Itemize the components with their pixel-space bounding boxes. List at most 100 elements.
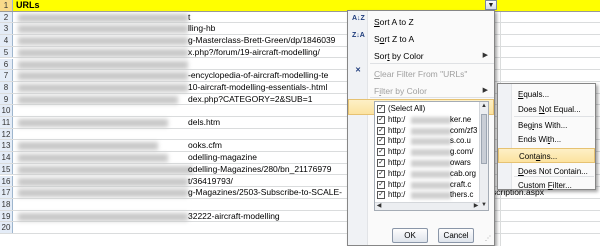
row-number[interactable]: 1 (0, 0, 13, 11)
submenu-separator (514, 176, 594, 177)
url-cell[interactable]: 10-aircraft-modelling-essentials-.html (188, 82, 327, 93)
row-number[interactable]: 14 (0, 152, 13, 163)
row-number[interactable]: 17 (0, 187, 13, 198)
ends-with-item[interactable]: Ends With... (498, 132, 595, 147)
row-number[interactable]: 2 (0, 11, 13, 23)
filter-dropdown-button[interactable]: ▼ (485, 0, 497, 10)
checkbox[interactable]: ✓ (377, 105, 385, 113)
sort-by-color-item[interactable]: Sort by Color ▶ (348, 48, 494, 64)
url-cell[interactable]: lling-hb (188, 23, 215, 34)
row-number[interactable]: 5 (0, 46, 13, 58)
contains-item[interactable]: Contains... (498, 148, 595, 163)
row-number[interactable]: 11 (0, 117, 13, 128)
redacted-url-prefix (18, 37, 188, 46)
list-horizontal-scrollbar[interactable]: ◀ ▶ (375, 202, 480, 210)
filter-value-item[interactable]: ✓ http:/ owars (377, 158, 477, 169)
redacted-url-prefix (18, 212, 188, 221)
menu-item-label: Sort A to Z (374, 17, 414, 27)
row-number[interactable]: 10 (0, 105, 13, 116)
filter-value-item[interactable]: ✓ http:/ com/zf3 (377, 126, 477, 137)
row-number[interactable]: 15 (0, 163, 13, 175)
redacted-url-prefix (18, 72, 188, 81)
sheet-row: 5 x.php?/forum/19-aircraft-modelling/ (0, 46, 600, 59)
resize-grip-icon[interactable]: ⋰ (485, 236, 492, 243)
row-number[interactable]: 13 (0, 140, 13, 152)
url-cell[interactable]: dex.php?CATEGORY=2&SUB=1 (188, 94, 312, 105)
does-not-equal-item[interactable]: Does Not Equal... (498, 102, 595, 117)
checkbox[interactable]: ✓ (377, 191, 385, 200)
menu-separator (370, 63, 494, 64)
submenu-item-label: Custom Filter... (518, 181, 572, 190)
menu-item-label: Sort by Color (374, 51, 424, 61)
row-number[interactable]: 6 (0, 58, 13, 70)
sort-z-to-a-item[interactable]: Z↓A Sort Z to A (348, 31, 494, 47)
redacted-domain (411, 127, 451, 135)
redacted-url-prefix (18, 60, 188, 69)
url-cell[interactable]: odelling-magazine (188, 152, 257, 163)
filter-value-item[interactable]: ✓ http:/ craft.c (377, 180, 477, 191)
clear-filter-item[interactable]: ✕ Clear Filter From "URLs" (348, 66, 494, 82)
submenu-item-label: Equals... (518, 90, 550, 99)
row-number[interactable]: 20 (0, 222, 13, 233)
row-number[interactable]: 9 (0, 93, 13, 105)
scroll-down-arrow-icon[interactable]: ▼ (480, 201, 488, 210)
row-number[interactable]: 7 (0, 70, 13, 81)
filter-value-label: http:/ (388, 147, 406, 157)
row-number[interactable]: 19 (0, 210, 13, 222)
url-cell[interactable]: t (188, 12, 190, 23)
url-cell[interactable]: dels.htm (188, 117, 220, 128)
sheet-row: 2t (0, 11, 600, 24)
begins-with-item[interactable]: Begins With... (498, 118, 595, 133)
url-cell[interactable]: odelling-Magazines/280/bn_21176979 (188, 164, 332, 175)
filter-value-item[interactable]: ✓ http:/ ker.ne (377, 115, 477, 126)
scroll-up-arrow-icon[interactable]: ▲ (480, 102, 488, 111)
scroll-right-arrow-icon[interactable]: ▶ (472, 203, 480, 210)
checkbox[interactable]: ✓ (377, 159, 385, 167)
filter-value-item[interactable]: ✓ http:/ s.co.u (377, 136, 477, 147)
row-number[interactable]: 18 (0, 198, 13, 210)
submenu-arrow-icon: ▶ (482, 52, 488, 59)
url-cell[interactable]: ooks.cfm (188, 140, 222, 151)
filter-value-item[interactable]: ✓ http:/ g.com/ (377, 147, 477, 158)
list-vertical-scrollbar[interactable]: ▲ ▼ (479, 102, 488, 210)
equals-item[interactable]: Equals... (498, 87, 595, 102)
filter-value-label: http:/ (388, 190, 406, 200)
url-cell[interactable]: x.php?/forum/19-aircraft-modelling/ (188, 47, 320, 58)
filter-value-item[interactable]: ✓ http:/ thers.c (377, 190, 477, 201)
row-number[interactable]: 3 (0, 23, 13, 35)
row-number[interactable]: 12 (0, 128, 13, 140)
filter-value-item[interactable]: ✓ http:/ cab.org (377, 169, 477, 180)
checkbox[interactable]: ✓ (377, 180, 385, 189)
scroll-left-arrow-icon[interactable]: ◀ (375, 203, 383, 210)
cancel-button[interactable]: Cancel (438, 228, 474, 243)
url-cell[interactable]: t/36419793/ (188, 176, 233, 187)
checkbox[interactable]: ✓ (377, 126, 385, 135)
sheet-row: 4 g-Masterclass-Brett-Green/dp/1846039 (0, 35, 600, 47)
checkbox[interactable]: ✓ (377, 169, 385, 178)
redacted-url-prefix (18, 83, 188, 92)
scroll-thumb[interactable] (481, 114, 487, 164)
row-number[interactable]: 16 (0, 175, 13, 187)
redacted-url-prefix (18, 25, 188, 34)
column-header-cell[interactable]: URLs (16, 0, 40, 11)
custom-filter-item[interactable]: Custom Filter... (498, 178, 595, 193)
url-cell[interactable]: -encyclopedia-of-aircraft-modelling-te (188, 70, 328, 81)
checkbox[interactable]: ✓ (377, 115, 385, 124)
submenu-item-label: Contains... (519, 152, 558, 161)
sheet-row: 19 32222-aircraft-modelling (0, 210, 600, 223)
row-number[interactable]: 8 (0, 81, 13, 93)
checkbox[interactable]: ✓ (377, 137, 385, 146)
url-cell[interactable]: g-Masterclass-Brett-Green/dp/1846039 (188, 35, 335, 46)
menu-item-label: Sort Z to A (374, 34, 415, 44)
autofilter-menu: A↓Z Sort A to Z Z↓A Sort Z to A Sort by Colo… (347, 10, 495, 246)
checkbox[interactable]: ✓ (377, 148, 385, 157)
ok-button[interactable]: OK (392, 228, 428, 243)
sheet-row: 3 lling-hb (0, 23, 600, 36)
filter-value-item[interactable]: ✓ (Select All) (377, 104, 477, 115)
url-cell[interactable]: 32222-aircraft-modelling (188, 211, 280, 222)
url-cell[interactable]: g-Magazines/2503-Subscribe-to-SCALE- (188, 187, 342, 198)
sort-a-to-z-item[interactable]: A↓Z Sort A to Z (348, 14, 494, 30)
filter-value-tail: owars (450, 158, 471, 167)
filter-values-list[interactable]: ✓ (Select All) ✓ http:/ker.ne ✓ http:/com/zf3… (374, 101, 489, 211)
row-number[interactable]: 4 (0, 35, 13, 46)
